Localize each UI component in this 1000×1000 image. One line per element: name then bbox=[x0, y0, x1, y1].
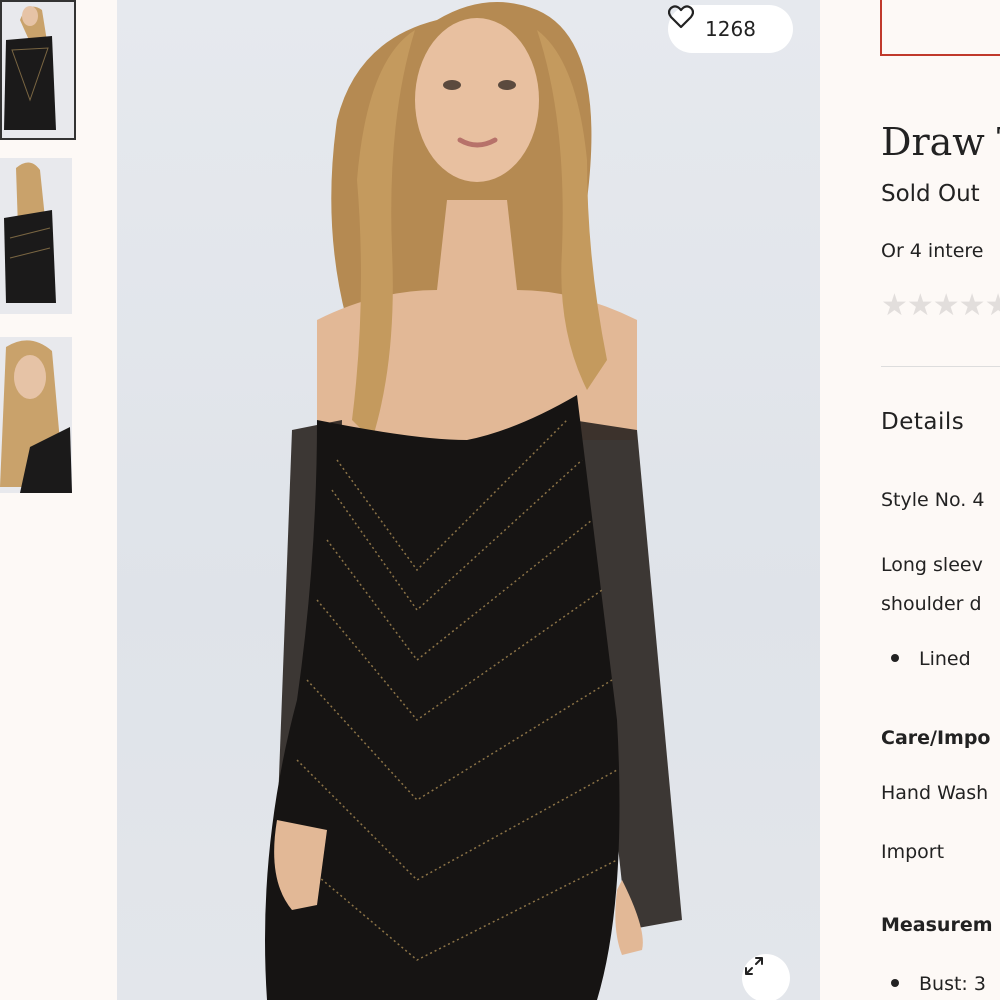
product-price: Sold Out bbox=[881, 181, 980, 207]
add-to-bag-button[interactable] bbox=[880, 0, 1000, 56]
thumbnail-detail[interactable] bbox=[0, 337, 72, 493]
feature-label: Lined bbox=[919, 648, 971, 670]
expand-icon bbox=[745, 957, 763, 975]
origin-text: Import bbox=[881, 841, 945, 863]
bullet-icon bbox=[891, 979, 899, 987]
care-heading: Care/Impo bbox=[881, 727, 991, 749]
product-info-panel: Draw T Sold Out Or 4 intere ★★★★★ Detail… bbox=[820, 0, 1000, 1000]
expand-image-button[interactable] bbox=[742, 954, 790, 1000]
product-description: Long sleev shoulder d bbox=[881, 546, 983, 624]
rating-stars[interactable]: ★★★★★ bbox=[881, 288, 1000, 323]
product-title: Draw T bbox=[881, 120, 1000, 164]
favorite-count: 1268 bbox=[705, 17, 756, 41]
divider bbox=[881, 366, 1000, 367]
thumbnail-gallery bbox=[0, 0, 80, 1000]
measurement-item: Bust: 3 bbox=[881, 973, 986, 995]
main-product-image: 1268 bbox=[117, 0, 820, 1000]
details-heading[interactable]: Details bbox=[881, 409, 964, 435]
measurement-label: Bust: 3 bbox=[919, 973, 986, 995]
installments-text[interactable]: Or 4 intere bbox=[881, 240, 983, 262]
feature-item: Lined bbox=[881, 648, 971, 670]
style-number: Style No. 4 bbox=[881, 489, 985, 511]
heart-icon bbox=[668, 5, 694, 29]
favorite-button[interactable]: 1268 bbox=[668, 5, 793, 53]
description-line: Long sleev bbox=[881, 554, 983, 576]
thumbnail-back[interactable] bbox=[0, 158, 72, 314]
care-instructions: Hand Wash bbox=[881, 782, 989, 804]
bullet-icon bbox=[891, 654, 899, 662]
thumbnail-front[interactable] bbox=[0, 0, 76, 140]
description-line: shoulder d bbox=[881, 593, 982, 615]
model-illustration bbox=[265, 2, 682, 1000]
measurements-heading: Measurem bbox=[881, 914, 993, 936]
